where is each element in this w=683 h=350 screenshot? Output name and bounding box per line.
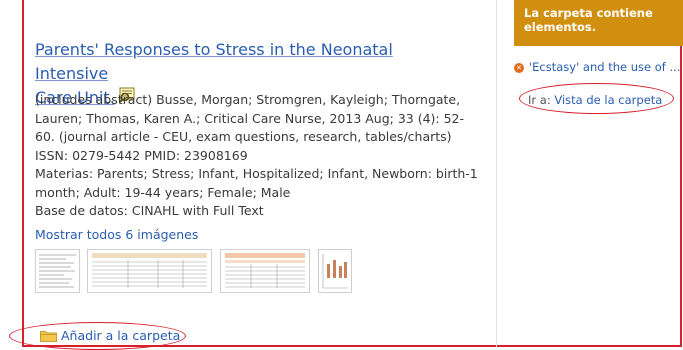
folder-panel-header: La carpeta contiene elementos.	[514, 0, 683, 46]
result-details: (includes abstract) Busse, Morgan; Strom…	[35, 91, 480, 221]
folder-panel-header-line2: elementos.	[524, 20, 597, 34]
column-divider	[496, 0, 497, 347]
detail-line: (includes abstract) Busse, Morgan; Strom…	[35, 92, 461, 107]
folder-item[interactable]: ✕ 'Ecstasy' and the use of ...	[514, 60, 683, 74]
folder-panel-header-line1: La carpeta contiene	[524, 6, 653, 20]
highlight-ellipse-add-to-folder	[9, 322, 186, 350]
detail-line: 60. (journal article - CEU, exam questio…	[35, 129, 452, 144]
detail-line: ISSN: 0279-5442 PMID: 23908169	[35, 147, 248, 163]
thumbnail-image-4[interactable]	[318, 249, 352, 293]
detail-line: month; Adult: 19-44 years; Female; Male	[35, 184, 291, 200]
thumbnail-image-3[interactable]	[220, 249, 310, 293]
thumbnail-image-1[interactable]	[35, 249, 80, 293]
result-title-line1[interactable]: Parents' Responses to Stress in the Neon…	[35, 40, 393, 83]
detail-line: Materias: Parents; Stress; Infant, Hospi…	[35, 166, 478, 181]
remove-item-icon[interactable]: ✕	[514, 63, 524, 73]
detail-line: Lauren; Thomas, Karen A.; Critical Care …	[35, 110, 465, 126]
highlight-ellipse-folder-view	[519, 83, 674, 114]
folder-item-title[interactable]: 'Ecstasy' and the use of ...	[529, 60, 680, 74]
thumbnail-image-2[interactable]	[87, 249, 212, 293]
show-all-images-link[interactable]: Mostrar todos 6 imágenes	[35, 227, 198, 242]
detail-line: Base de datos: CINAHL with Full Text	[35, 203, 264, 218]
